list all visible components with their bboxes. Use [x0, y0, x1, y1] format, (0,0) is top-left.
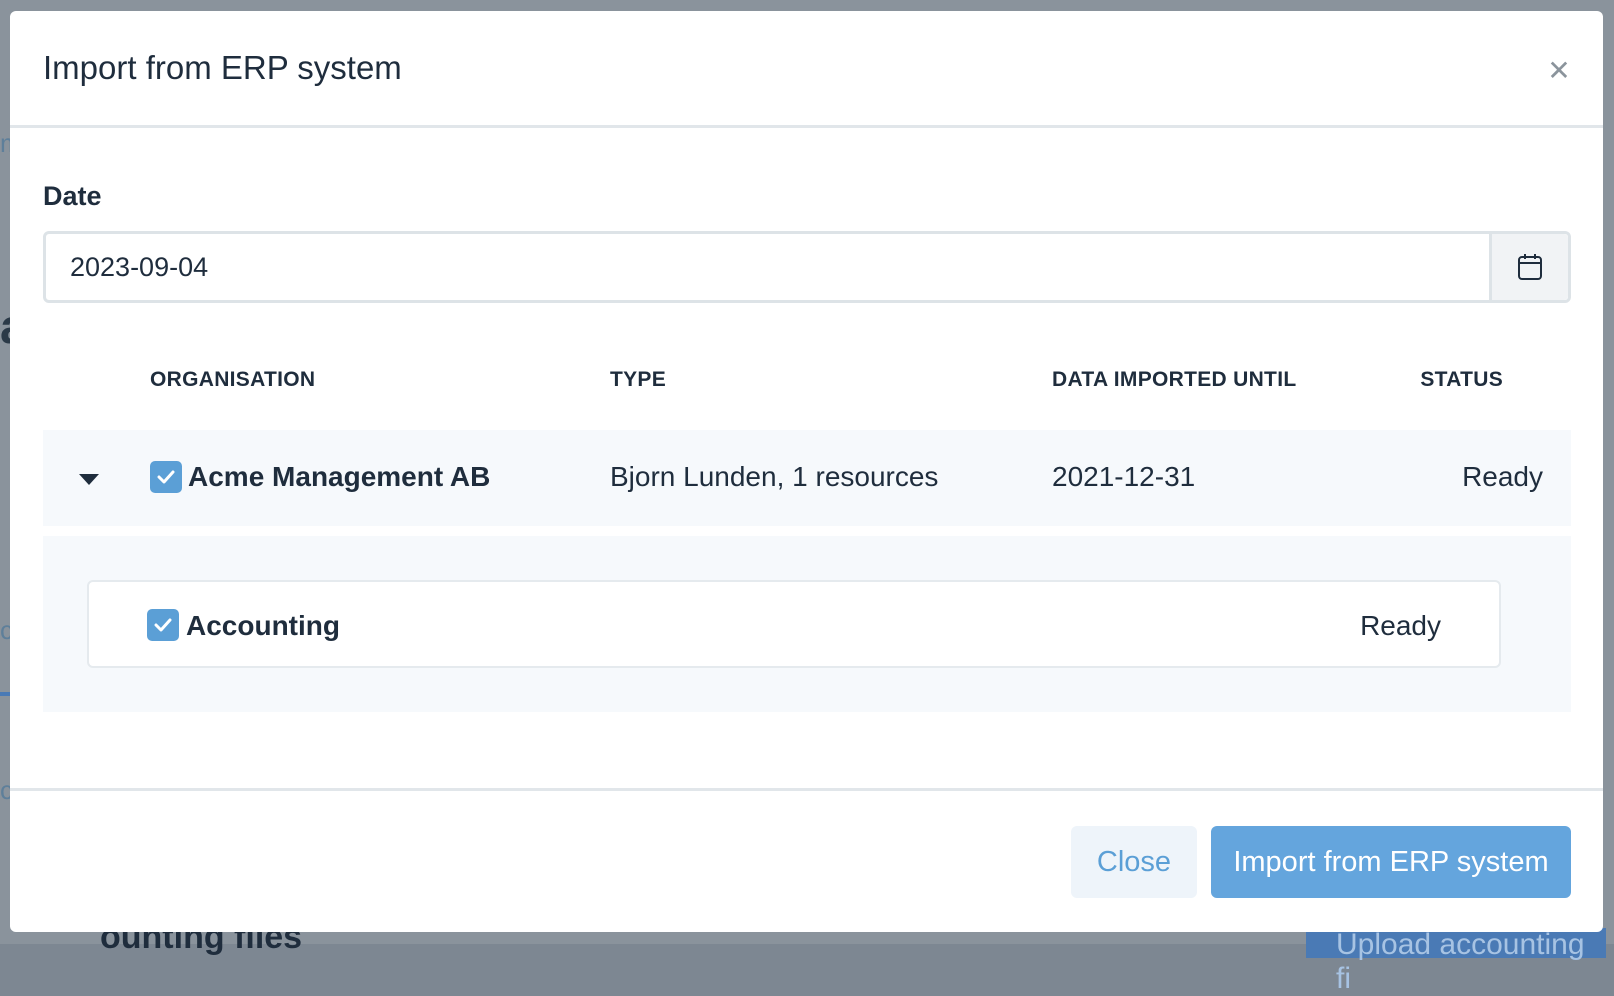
close-button[interactable]: Close — [1071, 826, 1197, 898]
date-input[interactable] — [46, 234, 1489, 300]
caret-down-icon[interactable] — [79, 474, 99, 485]
import-modal: Import from ERP system ✕ Date ORGANISATI… — [10, 11, 1603, 932]
date-picker — [43, 231, 1571, 303]
header-type: TYPE — [610, 368, 667, 391]
resource-item: Accounting Ready — [87, 580, 1501, 668]
modal-body: Date ORGANISATION TYPE DATA IMPORTED UNT… — [10, 128, 1603, 798]
org-status: Ready — [1462, 461, 1543, 492]
org-imported-until: 2021-12-31 — [1052, 461, 1196, 492]
check-icon — [157, 470, 175, 484]
org-checkbox[interactable] — [150, 461, 182, 493]
calendar-icon — [1518, 254, 1542, 280]
background-upload-button: Upload accounting fi — [1306, 928, 1606, 995]
calendar-button[interactable] — [1489, 234, 1568, 300]
org-type: Bjorn Lunden, 1 resources — [610, 461, 939, 492]
modal-footer: Close Import from ERP system — [10, 788, 1603, 932]
modal-title: Import from ERP system — [43, 49, 402, 86]
import-button[interactable]: Import from ERP system — [1211, 826, 1571, 898]
background-divider — [0, 692, 10, 696]
table-row: Acme Management AB Bjorn Lunden, 1 resou… — [43, 430, 1571, 526]
modal-header: Import from ERP system ✕ — [10, 11, 1603, 128]
resources-panel: Accounting Ready — [43, 536, 1571, 712]
resource-status: Ready — [1360, 610, 1441, 641]
header-organisation: ORGANISATION — [150, 368, 316, 391]
date-label: Date — [43, 181, 102, 211]
header-status: STATUS — [1420, 368, 1503, 391]
resource-checkbox[interactable] — [147, 609, 179, 641]
org-name: Acme Management AB — [188, 461, 491, 492]
header-imported-until: DATA IMPORTED UNTIL — [1052, 368, 1297, 391]
check-icon — [154, 618, 172, 632]
close-icon[interactable]: ✕ — [1545, 57, 1573, 85]
resource-name: Accounting — [186, 610, 340, 641]
